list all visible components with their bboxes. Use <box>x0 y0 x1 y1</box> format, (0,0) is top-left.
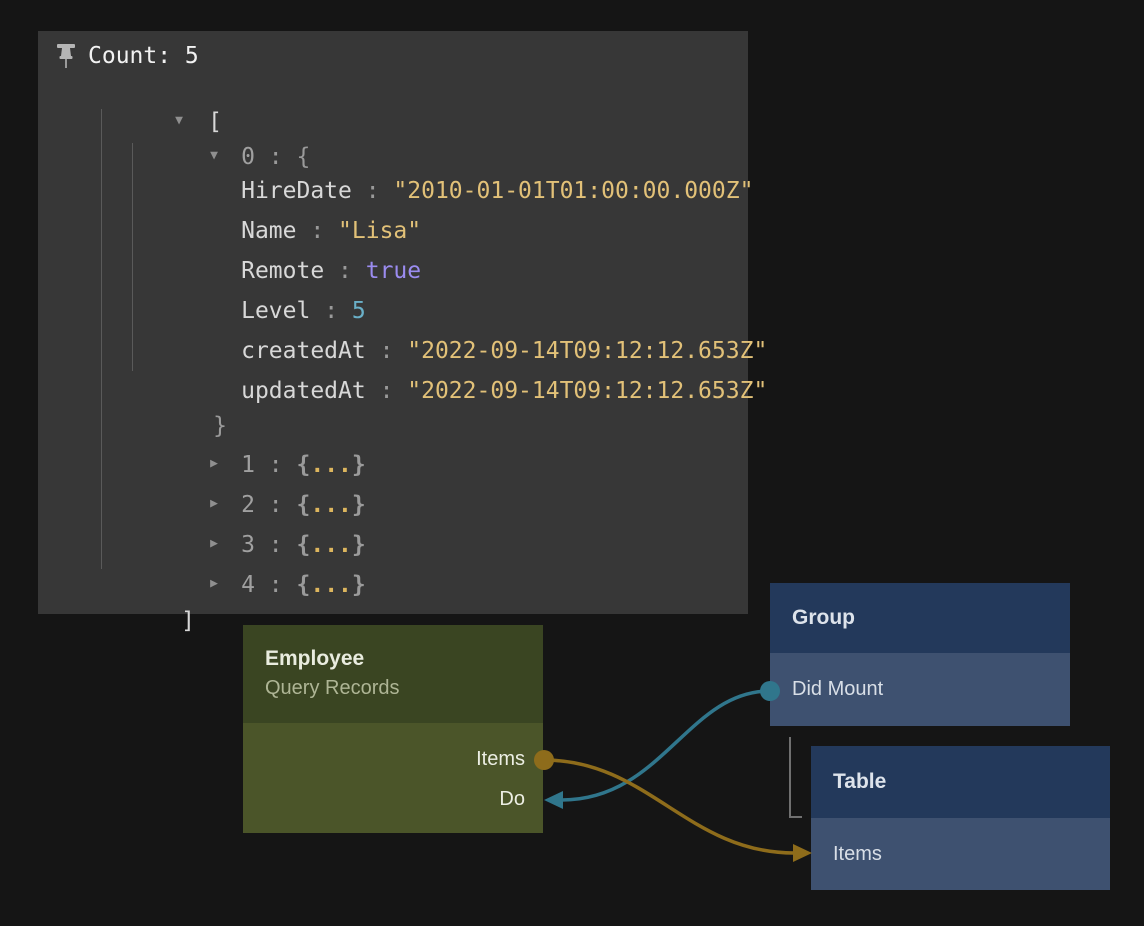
node-group-header[interactable]: Group <box>770 583 1070 653</box>
node-editor-canvas[interactable]: Count: 5 ▼[ ▼0 : { HireDate : "2010-01-0… <box>0 0 1144 926</box>
triangle-right-icon[interactable]: ▶ <box>210 569 241 599</box>
tree-row-item-1[interactable]: ▶1 : {...} <box>127 420 366 450</box>
node-group[interactable]: Group Did Mount <box>770 583 1070 726</box>
wire-items-to-items[interactable] <box>544 760 794 853</box>
node-employee-header[interactable]: Employee Query Records <box>243 625 543 723</box>
port-label-items: Items <box>811 818 1110 890</box>
field-value: "2022-09-14T09:12:12.653Z" <box>407 378 767 404</box>
tree-row-field: Level : 5 <box>158 266 366 296</box>
port-label-items: Items <box>243 739 543 779</box>
tree-row-array-open[interactable]: ▼[ <box>92 77 222 107</box>
tree-row-field: updatedAt : "2022-09-14T09:12:12.653Z" <box>158 346 767 376</box>
node-subtitle: Query Records <box>265 677 543 700</box>
tree-guide-line <box>101 109 102 569</box>
tree-row-field: Remote : true <box>158 226 421 256</box>
wire-did-mount-to-do[interactable] <box>562 691 770 800</box>
pin-icon[interactable] <box>55 44 77 70</box>
node-title: Table <box>833 770 886 794</box>
field-value: true <box>366 258 421 284</box>
tree-row-field: Name : "Lisa" <box>158 186 421 216</box>
tree-row-item-0[interactable]: ▼0 : { <box>127 112 310 142</box>
tree-row-item-3[interactable]: ▶3 : {...} <box>127 500 366 530</box>
node-employee-body: Items Do <box>243 723 543 833</box>
tree-row-field: createdAt : "2022-09-14T09:12:12.653Z" <box>158 306 767 336</box>
node-table[interactable]: Table Items <box>811 746 1110 890</box>
port-did-mount-output[interactable] <box>760 681 780 701</box>
node-table-header[interactable]: Table <box>811 746 1110 818</box>
port-label-did-mount: Did Mount <box>770 653 1070 726</box>
data-inspector-panel: Count: 5 ▼[ ▼0 : { HireDate : "2010-01-0… <box>38 31 748 614</box>
arrowhead-items-input[interactable] <box>793 844 812 862</box>
node-title: Group <box>792 606 855 630</box>
node-title: Employee <box>265 647 543 671</box>
port-items-output[interactable] <box>534 750 554 770</box>
hierarchy-connector-line <box>790 737 802 817</box>
tree-row-item-2[interactable]: ▶2 : {...} <box>127 460 366 490</box>
tree-row-item-4[interactable]: ▶4 : {...} <box>127 540 366 570</box>
inspector-title: Count: 5 <box>88 41 199 71</box>
port-label-do: Do <box>243 779 543 819</box>
node-employee[interactable]: Employee Query Records Items Do <box>243 625 543 833</box>
tree-row-field: HireDate : "2010-01-01T01:00:00.000Z" <box>158 146 753 176</box>
field-value: "2010-01-01T01:00:00.000Z" <box>393 178 753 204</box>
arrowhead-do-input[interactable] <box>544 791 563 809</box>
tree-row-object-close: } <box>130 381 227 411</box>
tree-row-array-close: ] <box>98 576 195 606</box>
